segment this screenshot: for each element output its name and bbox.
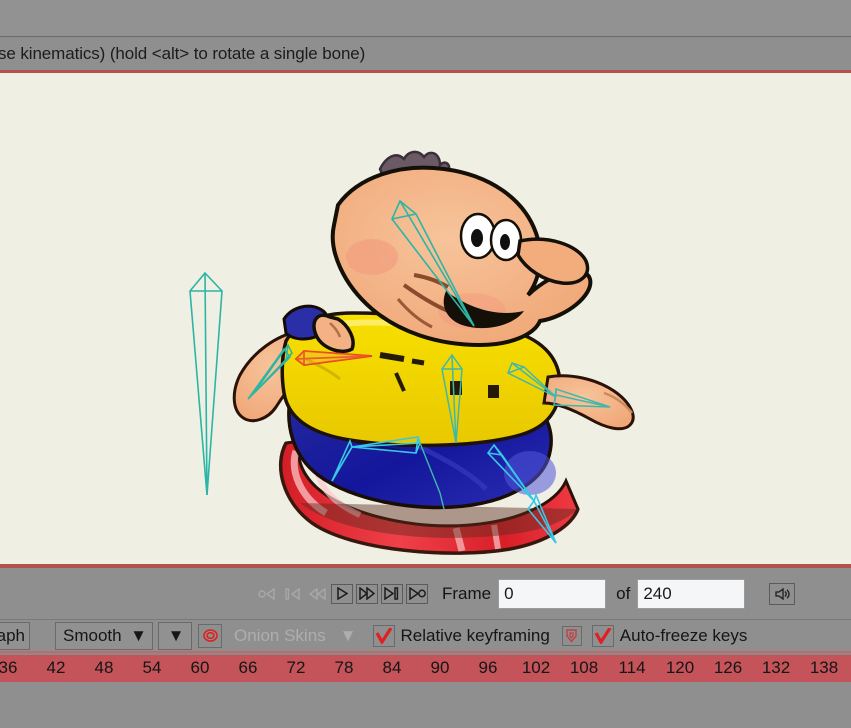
timeline-tick[interactable]: 120 bbox=[666, 658, 694, 678]
interpolation-dropdown[interactable]: Smooth ▼ bbox=[55, 621, 153, 650]
checkmark-icon bbox=[594, 627, 612, 644]
frame-input[interactable]: 0 bbox=[498, 578, 607, 609]
transport-controls bbox=[256, 583, 428, 604]
onion-skins-label: Onion Skins bbox=[234, 625, 326, 645]
interpolation-value: Smooth bbox=[63, 625, 122, 645]
playback-toolbar: Frame 0 of 240 bbox=[0, 568, 851, 620]
timeline-tick[interactable]: 72 bbox=[287, 658, 306, 678]
auto-freeze-checkbox[interactable] bbox=[591, 624, 614, 647]
character-artwork bbox=[232, 150, 635, 555]
status-hint-text: se kinematics) (hold <alt> to rotate a s… bbox=[0, 44, 366, 63]
secondary-dropdown[interactable]: ▼ bbox=[158, 621, 192, 650]
fast-forward-button[interactable] bbox=[356, 583, 378, 604]
timeline-tick[interactable]: 96 bbox=[479, 658, 498, 678]
timeline-track-area[interactable] bbox=[0, 682, 851, 728]
graph-button[interactable]: aph bbox=[0, 621, 30, 650]
go-to-start-loop-button[interactable] bbox=[256, 584, 278, 604]
go-to-start-button[interactable] bbox=[281, 584, 303, 604]
timeline-tick[interactable]: 78 bbox=[335, 658, 354, 678]
frame-label: Frame bbox=[442, 583, 492, 603]
top-toolbar-strip bbox=[0, 0, 851, 37]
timeline-tick[interactable]: 114 bbox=[618, 658, 645, 678]
chevron-down-icon: ▼ bbox=[130, 625, 147, 645]
timeline-tick[interactable]: 126 bbox=[714, 658, 742, 678]
bone-root bbox=[189, 271, 223, 496]
onion-skin-icon[interactable] bbox=[198, 623, 222, 648]
timeline-tick[interactable]: 108 bbox=[570, 658, 598, 678]
timeline-ruler[interactable]: 36 42 48 54 60 66 72 78 84 90 96 102 108 114 120 126 132… bbox=[0, 655, 851, 682]
timeline-tick[interactable]: 84 bbox=[383, 658, 402, 678]
status-hint-bar: se kinematics) (hold <alt> to rotate a s… bbox=[0, 38, 851, 73]
animation-canvas[interactable] bbox=[0, 73, 851, 564]
timeline-tick[interactable]: 90 bbox=[431, 658, 450, 678]
timeline-tick[interactable]: 54 bbox=[143, 658, 162, 678]
timeline-tick[interactable]: 66 bbox=[239, 658, 258, 678]
timeline-tick[interactable]: 138 bbox=[810, 658, 838, 678]
canvas-artwork bbox=[189, 150, 635, 555]
play-loop-button[interactable] bbox=[406, 583, 428, 604]
auto-freeze-label: Auto-freeze keys bbox=[619, 625, 748, 645]
timeline-tick[interactable]: 60 bbox=[191, 658, 210, 678]
play-button[interactable] bbox=[331, 583, 353, 604]
timeline-tick[interactable]: 48 bbox=[95, 658, 114, 678]
speaker-icon[interactable] bbox=[769, 582, 796, 605]
freeze-shield-icon[interactable] bbox=[561, 625, 582, 646]
relative-keyframing-label: Relative keyframing bbox=[400, 625, 550, 645]
chevron-down-icon: ▼ bbox=[167, 625, 185, 645]
step-back-button[interactable] bbox=[306, 584, 328, 604]
options-toolbar: aph Smooth ▼ ▼ Onion Skins ▼ Relative ke… bbox=[0, 620, 851, 653]
timeline-tick[interactable]: 132 bbox=[762, 658, 790, 678]
relative-keyframing-checkbox-group[interactable]: Relative keyframing bbox=[372, 624, 550, 647]
timeline-tick[interactable]: 36 bbox=[0, 658, 17, 678]
auto-freeze-checkbox-group[interactable]: Auto-freeze keys bbox=[591, 624, 748, 647]
onion-skins-chevron-down-icon: ▼ bbox=[339, 625, 357, 645]
total-frames-input[interactable]: 240 bbox=[637, 578, 746, 609]
timeline-tick[interactable]: 42 bbox=[47, 658, 66, 678]
checkmark-icon bbox=[375, 627, 392, 644]
go-to-end-button[interactable] bbox=[381, 583, 403, 604]
timeline-tick[interactable]: 102 bbox=[522, 658, 550, 678]
relative-keyframing-checkbox[interactable] bbox=[372, 624, 395, 647]
of-label: of bbox=[616, 583, 631, 603]
animation-app-window: se kinematics) (hold <alt> to rotate a s… bbox=[0, 0, 851, 728]
